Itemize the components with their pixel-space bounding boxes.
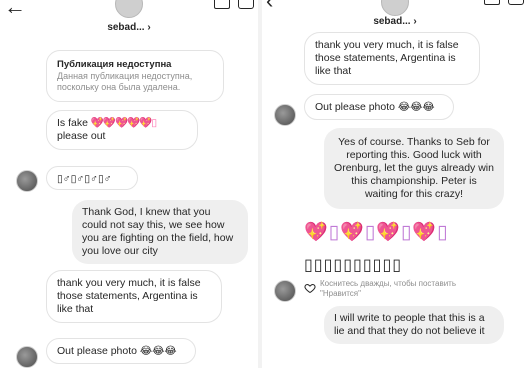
sender-avatar[interactable] bbox=[16, 346, 38, 368]
message-text: Out please photo 😂😂😂 bbox=[315, 101, 435, 113]
message-text: thank you very much, it is false those s… bbox=[57, 277, 201, 315]
chat-header: ← sebad... › bbox=[0, 0, 258, 44]
username-title[interactable]: sebad... › bbox=[0, 22, 258, 33]
unavailable-desc: Данная публикация недоступна, поскольку … bbox=[57, 71, 193, 92]
message-bubble[interactable]: thank you very much, it is false those s… bbox=[304, 32, 480, 85]
username-title[interactable]: sebad... › bbox=[262, 16, 528, 27]
avatar[interactable] bbox=[381, 0, 409, 16]
avatar[interactable] bbox=[115, 0, 143, 18]
video-call-icon[interactable] bbox=[238, 0, 254, 9]
video-call-icon[interactable] bbox=[508, 0, 524, 5]
flag-icon[interactable] bbox=[484, 0, 500, 5]
heart-icon[interactable] bbox=[304, 282, 316, 294]
chat-header: ‹ sebad... › bbox=[262, 0, 528, 32]
message-bubble-sent[interactable]: I will write to people that this is a li… bbox=[324, 306, 504, 344]
emoji-text: 💖💖💖💖💖▯ bbox=[90, 117, 157, 129]
message-text: Thank God, I knew that you could not say… bbox=[82, 206, 234, 257]
sender-avatar[interactable] bbox=[274, 280, 296, 302]
flag-icon[interactable] bbox=[214, 0, 230, 9]
message-text: Is fake bbox=[57, 117, 88, 129]
emoji-message[interactable]: 💖▯💖▯💖▯💖▯ bbox=[304, 222, 448, 244]
message-bubble[interactable]: Out please photo 😂😂😂 bbox=[46, 338, 196, 364]
message-text: thank you very much, it is false those s… bbox=[315, 39, 459, 77]
message-text: Out please photo 😂😂😂 bbox=[57, 345, 177, 357]
unavailable-post-card[interactable]: Публикация недоступна Данная публикация … bbox=[46, 50, 224, 102]
back-arrow-icon[interactable]: ‹ bbox=[266, 0, 273, 14]
double-tap-like-hint: Коснитесь дважды, чтобы поставить "Нрави… bbox=[320, 279, 457, 298]
message-bubble-sent[interactable]: Yes of course. Thanks to Seb for reporti… bbox=[324, 128, 504, 209]
message-text: ▯♂▯♂▯♂▯♂ bbox=[57, 173, 112, 185]
message-bubble[interactable]: Is fake 💖💖💖💖💖▯ please out bbox=[46, 110, 198, 150]
unavailable-title: Публикация недоступна bbox=[57, 59, 172, 70]
message-text: please out bbox=[57, 130, 106, 142]
symbols-message[interactable]: ▯▯▯▯▯▯▯▯▯▯ bbox=[304, 255, 402, 275]
message-bubble[interactable]: thank you very much, it is false those s… bbox=[46, 270, 222, 323]
back-arrow-icon[interactable]: ← bbox=[4, 0, 26, 20]
message-bubble-sent[interactable]: Thank God, I knew that you could not say… bbox=[72, 200, 248, 264]
message-text: I will write to people that this is a li… bbox=[334, 312, 485, 337]
sender-avatar[interactable] bbox=[274, 104, 296, 126]
sender-avatar[interactable] bbox=[16, 170, 38, 192]
message-bubble[interactable]: Out please photo 😂😂😂 bbox=[304, 94, 454, 120]
message-bubble[interactable]: ▯♂▯♂▯♂▯♂ bbox=[46, 166, 138, 190]
message-text: Yes of course. Thanks to Seb for reporti… bbox=[334, 136, 494, 200]
right-chat-panel: ‹ sebad... › thank you very much, it is … bbox=[262, 0, 528, 368]
left-chat-panel: ← sebad... › Публикация недоступна Данна… bbox=[0, 0, 258, 368]
